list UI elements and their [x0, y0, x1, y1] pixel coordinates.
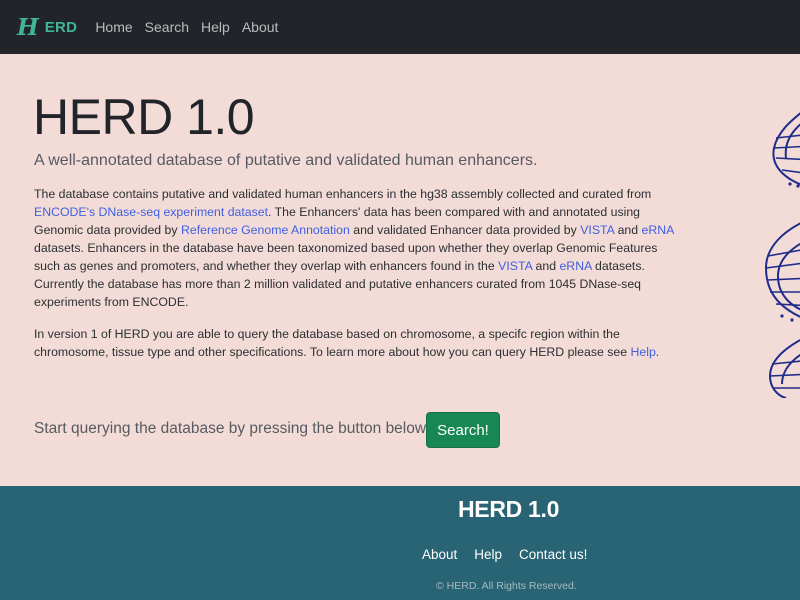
vista-link-2[interactable]: VISTA: [498, 259, 532, 273]
description-text: and: [532, 259, 560, 273]
help-link[interactable]: Help: [631, 345, 656, 359]
top-navbar: H ERD Home Search Help About: [0, 0, 800, 54]
footer-link-about[interactable]: About: [422, 547, 457, 562]
nav-link-help[interactable]: Help: [201, 19, 230, 35]
version-text: .: [655, 345, 660, 359]
site-footer: HERD 1.0 About Help Contact us! © HERD. …: [0, 486, 800, 600]
page-title: HERD 1.0: [33, 89, 255, 145]
footer-link-contact[interactable]: Contact us!: [519, 547, 587, 562]
nav-link-home[interactable]: Home: [95, 19, 132, 35]
search-button[interactable]: Search!: [426, 412, 500, 448]
erna-link[interactable]: eRNA: [642, 223, 674, 237]
hero-lead: A well-annotated database of putative an…: [34, 152, 538, 169]
reference-genome-link[interactable]: Reference Genome Annotation: [181, 223, 350, 237]
description-text: and: [614, 223, 642, 237]
brand-text: ERD: [44, 18, 78, 36]
footer-title: HERD 1.0: [458, 496, 560, 522]
dna-helix-icon: [764, 112, 800, 398]
description-text: The database contains putative and valid…: [34, 187, 652, 201]
cta-text: Start querying the database by pressing …: [34, 420, 431, 437]
footer-links: About Help Contact us!: [422, 547, 604, 562]
encode-dataset-link[interactable]: ENCODE's DNase-seq experiment dataset: [34, 205, 268, 219]
version-paragraph: In version 1 of HERD you are able to que…: [34, 325, 684, 361]
brand-mark: H: [17, 13, 39, 41]
brand-logo[interactable]: H ERD: [17, 14, 77, 41]
description-text: and validated Enhancer data provided by: [349, 223, 581, 237]
nav-link-search[interactable]: Search: [145, 19, 189, 35]
vista-link[interactable]: VISTA: [580, 223, 614, 237]
erna-link-2[interactable]: eRNA: [559, 259, 591, 273]
hero-section: HERD 1.0 A well-annotated database of pu…: [0, 54, 800, 486]
version-text: In version 1 of HERD you are able to que…: [34, 327, 631, 359]
description-paragraph: The database contains putative and valid…: [34, 185, 684, 311]
nav-link-about[interactable]: About: [242, 19, 279, 35]
footer-copyright: © HERD. All Rights Reserved.: [436, 580, 577, 592]
footer-link-help[interactable]: Help: [474, 547, 502, 562]
